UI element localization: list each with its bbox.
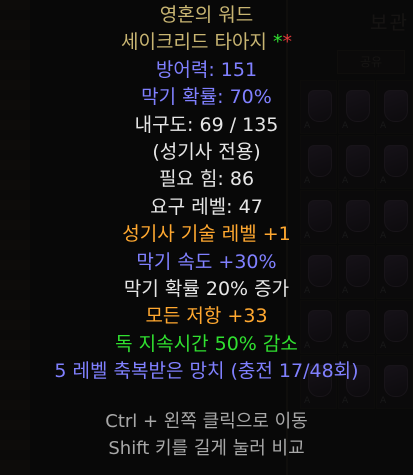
- defense-stat: 방어력: 151: [155, 58, 258, 81]
- item-name: 영혼의 워드: [159, 4, 254, 26]
- mod-line: 성기사 기술 레벨 +1: [122, 223, 291, 246]
- mod-line: 모든 저항 +33: [145, 305, 268, 328]
- block-chance-stat: 막기 확률: 70%: [141, 86, 272, 109]
- required-level: 요구 레벨: 47: [150, 195, 263, 218]
- mod-line: 독 지속시간 50% 감소: [115, 332, 298, 355]
- required-strength: 필요 힘: 86: [158, 168, 255, 191]
- item-base: 세이크리드 타아지: [121, 31, 267, 54]
- sort-star-red-icon: *: [282, 31, 292, 54]
- class-restriction: (성기사 전용): [152, 140, 261, 163]
- mod-line: 5 레벨 축복받은 망치 (충전 17/48회): [54, 360, 359, 383]
- durability-stat: 내구도: 69 / 135: [134, 113, 279, 136]
- hint-move: Ctrl + 왼쪽 클릭으로 이동: [105, 411, 308, 432]
- item-base-line: 세이크리드 타아지 **: [0, 29, 413, 56]
- mod-line: 막기 속도 +30%: [136, 250, 277, 273]
- mod-line: 막기 확률 20% 증가: [123, 277, 290, 300]
- tooltip-hints: Ctrl + 왼쪽 클릭으로 이동 Shift 키를 길게 눌러 비교: [0, 410, 413, 465]
- hint-compare: Shift 키를 길게 눌러 비교: [108, 438, 305, 460]
- item-tooltip: 영혼의 워드 세이크리드 타아지 ** 방어력: 151 막기 확률: 70% …: [0, 0, 413, 475]
